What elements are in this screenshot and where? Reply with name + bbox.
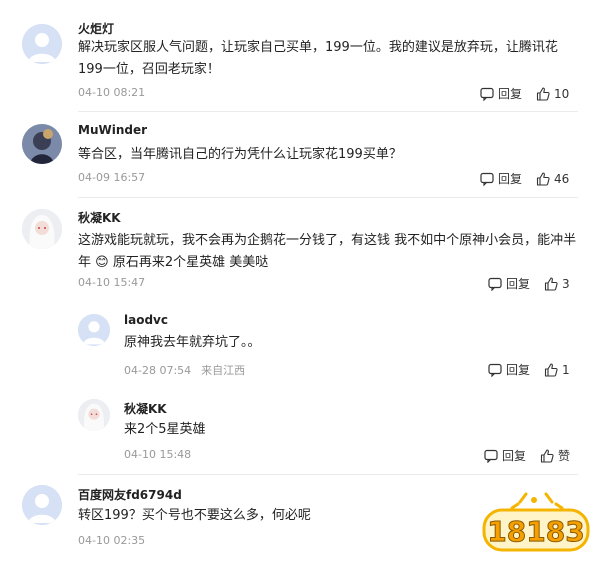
reply-button[interactable]: 回复 [480,85,522,102]
avatar[interactable] [78,314,110,346]
like-button[interactable]: 46 [536,172,569,186]
comment-text: 转区199？买个号也不要这么多，何必呢 [78,508,311,523]
thumbs-up-icon [544,362,558,377]
reply-button[interactable]: 回复 [488,275,530,292]
avatar[interactable] [78,399,110,431]
reply-button[interactable]: 回复 [488,361,530,378]
thumbs-up-icon [536,171,550,186]
reply-location: 来自江西 [201,364,246,377]
comment-text: 这游戏能玩就玩，我不会再为企鹅花一分钱了，有这钱 我不如中个原神小会员，能冲半年… [78,233,577,270]
comment-time: 04-10 02:35 [78,534,146,547]
thumbs-up-icon [536,86,550,101]
divider [78,197,578,198]
reply-button[interactable]: 回复 [480,170,522,187]
divider [78,111,578,112]
comment-icon [488,363,502,377]
reply-text: 来2个5星英雄 [124,422,206,437]
reply-time: 04-10 15:48 [124,448,192,461]
reply-actions: 回复 赞 [484,447,570,464]
logo-text: 18183 [487,515,584,548]
avatar[interactable] [22,209,62,249]
avatar[interactable] [22,485,62,525]
comment-username[interactable]: 火炬灯 [78,20,114,37]
like-button[interactable]: 赞 [540,447,570,464]
comment-text: 等合区，当年腾讯自己的行为凭什么让玩家花199买单？ [78,147,402,162]
comment-icon [480,87,494,101]
comment-time: 04-10 15:47 [78,276,146,289]
like-button[interactable]: 3 [544,277,570,291]
comment-icon [480,172,494,186]
like-button[interactable]: 1 [544,363,570,377]
reply-meta: 04-28 07:54 来自江西 [124,362,245,378]
reply-text: 原神我去年就弃坑了。。 [124,335,261,350]
comment-text: 解决玩家区服人气问题，让玩家自己买单，199一位。我的建议是放弃玩，让腾讯花19… [78,40,558,77]
like-button[interactable]: 10 [536,87,569,101]
comment-username[interactable]: 秋凝KK [78,209,121,226]
reply-time: 04-28 07:54 [124,364,192,377]
comment-actions: 回复 3 [488,275,570,292]
thumbs-up-icon [544,276,558,291]
reply-username[interactable]: laodvc [124,313,168,327]
reply-actions: 回复 1 [488,361,570,378]
comment-icon [488,277,502,291]
avatar[interactable] [22,24,62,64]
reply-button[interactable]: 回复 [484,447,526,464]
comment-time: 04-10 08:21 [78,86,146,99]
comment-actions: 回复 10 [480,85,569,102]
reply-username[interactable]: 秋凝KK [124,400,167,417]
comment-time: 04-09 16:57 [78,171,146,184]
avatar[interactable] [22,124,62,164]
comment-username[interactable]: 百度网友fd6794d [78,486,182,503]
site-logo: 18183 [476,490,594,558]
comment-icon [484,449,498,463]
comment-username[interactable]: MuWinder [78,123,147,137]
thumbs-up-icon [540,448,554,463]
comment-actions: 回复 46 [480,170,569,187]
divider [78,474,578,475]
